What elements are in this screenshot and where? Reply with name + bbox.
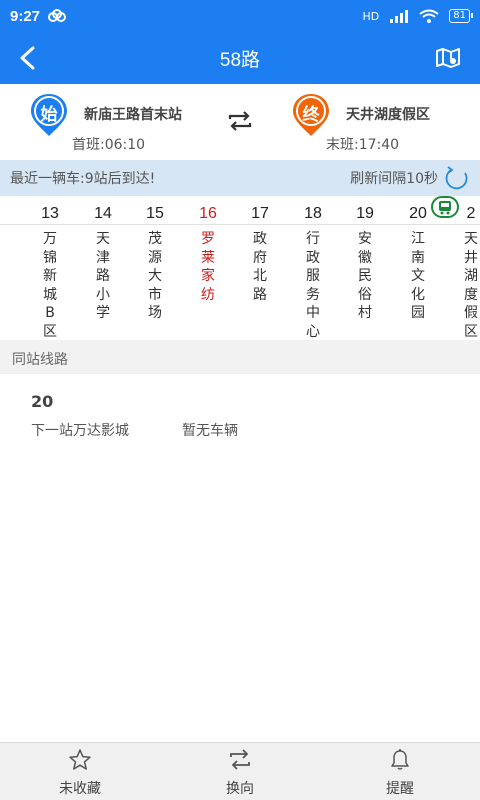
status-indicators: HD 81	[362, 9, 473, 23]
end-stop-name: 天井湖度假区	[346, 107, 430, 123]
station-name: 安徽民俗村	[358, 231, 372, 321]
refresh-interval-label: 刷新间隔10秒	[350, 171, 438, 187]
favorite-button[interactable]: 未收藏	[0, 743, 160, 800]
bottom-nav: 未收藏 换向 提醒	[0, 742, 480, 800]
page-title: 58路	[219, 49, 261, 71]
station-number: 14	[94, 205, 112, 222]
swap-direction-nav-button[interactable]: 换向	[160, 743, 320, 800]
wifi-icon	[419, 9, 439, 23]
start-badge: 始	[40, 105, 58, 125]
reminder-label: 提醒	[386, 781, 414, 797]
network-label: HD	[362, 9, 380, 23]
station-item[interactable]: 17 政府北路	[240, 196, 280, 304]
station-number: 19	[356, 205, 374, 222]
line-next-stop: 下一站万达影城	[31, 423, 129, 439]
station-number: 13	[41, 205, 59, 222]
swap-icon	[228, 111, 252, 131]
station-item[interactable]: 14 天津路小学	[83, 196, 123, 323]
line-status: 暂无车辆	[182, 423, 238, 439]
station-name: 万锦新城B区	[43, 231, 57, 340]
map-icon	[436, 48, 460, 68]
station-number: 17	[251, 205, 269, 222]
battery-icon: 81	[449, 9, 473, 23]
station-name: 天津路小学	[96, 231, 110, 321]
app-logo-icon	[48, 9, 68, 23]
status-bar: 9:27 HD 81	[0, 0, 480, 32]
station-name: 江南文化园	[411, 231, 425, 321]
station-name: 天井湖度假区	[464, 231, 478, 340]
station-item[interactable]: 18 行政服务中心	[293, 196, 333, 340]
station-item[interactable]: 19 安徽民俗村	[345, 196, 385, 323]
arrival-notice: 最近一辆车:9站后到达!	[10, 171, 156, 187]
station-number: 15	[146, 205, 164, 222]
swap-icon	[230, 749, 250, 770]
end-pin-icon: 终	[290, 92, 332, 138]
station-list[interactable]: 13 万锦新城B区 14 天津路小学 15 茂源大市场 16 罗莱家纺 17 政…	[0, 196, 480, 340]
same-station-line-item[interactable]: 20 下一站万达影城 暂无车辆	[0, 374, 480, 454]
route-info: 始 新庙王路首末站 首班:06:10 终 天井湖度假区 末班:17:40	[0, 84, 480, 160]
first-bus-time: 首班:06:10	[72, 137, 146, 153]
line-number: 20	[31, 392, 54, 411]
station-item[interactable]: 13 万锦新城B区	[30, 196, 70, 340]
swap-direction-label: 换向	[226, 781, 254, 797]
start-stop-name: 新庙王路首末站	[84, 107, 182, 123]
app-header: 58路	[0, 32, 480, 84]
refresh-icon[interactable]	[444, 165, 470, 191]
start-pin-icon: 始	[28, 92, 70, 138]
refresh-control[interactable]: 刷新间隔10秒	[350, 165, 470, 191]
station-item[interactable]: 15 茂源大市场	[135, 196, 175, 323]
chevron-left-icon	[20, 46, 35, 70]
favorite-label: 未收藏	[59, 781, 101, 797]
bus-icon[interactable]	[431, 196, 459, 218]
same-station-header: 同站线路	[0, 340, 480, 374]
station-number: 18	[304, 205, 322, 222]
station-item-current[interactable]: 16 罗莱家纺	[188, 196, 228, 304]
arrival-notice-bar: 最近一辆车:9站后到达! 刷新间隔10秒	[0, 160, 480, 196]
bell-icon	[391, 749, 409, 770]
star-icon	[69, 749, 91, 770]
signal-icon	[390, 10, 409, 23]
back-button[interactable]	[14, 44, 42, 72]
station-name: 政府北路	[253, 231, 267, 303]
station-name: 罗莱家纺	[201, 231, 215, 303]
station-number: 16	[199, 205, 217, 222]
status-time: 9:27	[10, 7, 41, 25]
map-button[interactable]	[434, 44, 462, 72]
station-name: 茂源大市场	[148, 231, 162, 321]
reminder-button[interactable]: 提醒	[320, 743, 480, 800]
station-name: 行政服务中心	[306, 231, 320, 340]
last-bus-time: 末班:17:40	[326, 137, 400, 153]
swap-direction-button[interactable]	[226, 110, 254, 132]
end-badge: 终	[302, 105, 320, 125]
